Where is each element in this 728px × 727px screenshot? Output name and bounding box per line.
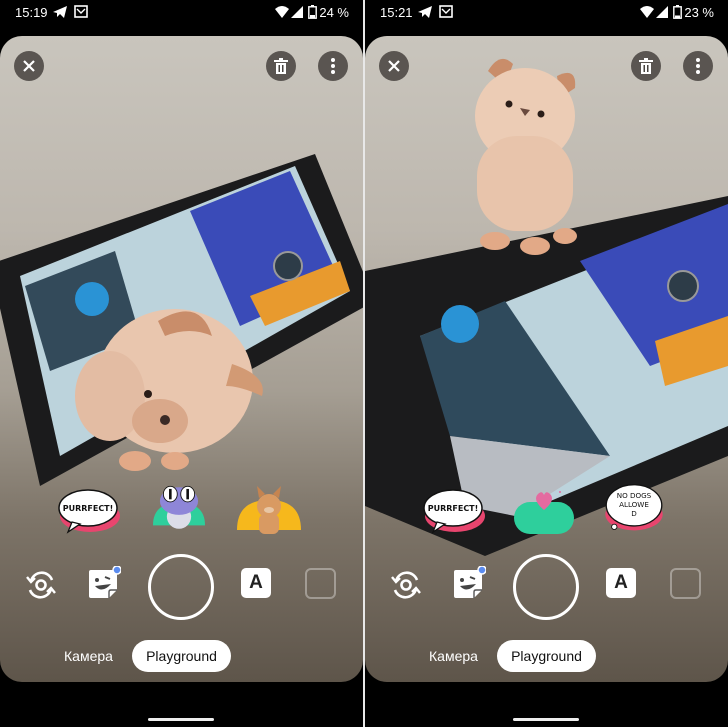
close-button[interactable]	[379, 51, 409, 81]
sticker-text-line-3: D	[631, 509, 637, 518]
status-time: 15:21	[380, 5, 413, 20]
more-options-button[interactable]	[683, 51, 713, 81]
add-text-button[interactable]: A	[606, 568, 636, 598]
stickers-button[interactable]	[87, 566, 121, 602]
gesture-nav-handle[interactable]	[513, 718, 579, 721]
switch-camera-icon	[391, 571, 421, 599]
add-text-button[interactable]: A	[241, 568, 271, 598]
gesture-nav-handle[interactable]	[148, 718, 214, 721]
sticker-face-icon	[454, 570, 482, 598]
new-badge-dot	[112, 566, 121, 575]
site-logo-icon	[441, 305, 479, 343]
delete-button[interactable]	[631, 51, 661, 81]
french-bulldog-sticker[interactable]	[237, 486, 301, 538]
more-options-button[interactable]	[318, 51, 348, 81]
status-bar: 15:19 24 %	[0, 0, 363, 26]
stickers-button[interactable]	[452, 566, 486, 602]
camera-viewport[interactable]: PURRFECT! NO DOGS ALLOWE D A Камера Play…	[365, 36, 728, 682]
trash-icon	[274, 58, 288, 74]
mode-tab-playground[interactable]: Playground	[497, 640, 596, 672]
switch-camera-button[interactable]	[24, 568, 58, 602]
delete-button[interactable]	[266, 51, 296, 81]
gmail-icon	[439, 5, 453, 18]
telegram-icon	[53, 6, 67, 18]
battery-percent: 23 %	[684, 5, 714, 20]
status-bar: 15:21 23 %	[365, 0, 728, 26]
wifi-icon	[640, 6, 654, 18]
close-icon	[23, 60, 35, 72]
battery-icon	[673, 5, 682, 19]
close-button[interactable]	[14, 51, 44, 81]
left-screenshot: 15:19 24 % PURRFECT! A Камера Playground	[0, 0, 363, 727]
signal-icon	[291, 6, 303, 18]
battery-percent: 24 %	[319, 5, 349, 20]
switch-camera-icon	[26, 571, 56, 599]
sticker-text: PURRFECT!	[428, 504, 479, 513]
sticker-text-line-2: ALLOWE	[619, 500, 649, 509]
sticker-text: PURRFECT!	[63, 504, 114, 513]
gmail-icon	[74, 5, 88, 18]
mode-switcher: Камера Playground	[365, 640, 728, 672]
shutter-button[interactable]	[513, 554, 579, 620]
right-screenshot: 15:21 23 % PURRFECT! NO DOGS ALLOWE D A …	[365, 0, 728, 727]
wifi-icon	[275, 6, 289, 18]
shutter-button[interactable]	[148, 554, 214, 620]
watch-face	[667, 270, 699, 302]
site-logo-icon	[75, 282, 109, 316]
gallery-thumbnail-button[interactable]	[305, 568, 336, 599]
purrfect-bubble-sticker[interactable]: PURRFECT!	[58, 486, 122, 538]
trash-icon	[639, 58, 653, 74]
more-vert-icon	[331, 58, 335, 74]
purrfect-bubble-sticker[interactable]: PURRFECT!	[423, 486, 487, 538]
no-dogs-bubble-sticker[interactable]: NO DOGS ALLOWE D	[602, 482, 666, 534]
close-icon	[388, 60, 400, 72]
new-badge-dot	[477, 566, 486, 575]
gallery-thumbnail-button[interactable]	[670, 568, 701, 599]
ar-cat-character	[475, 58, 577, 255]
mode-tab-playground[interactable]: Playground	[132, 640, 231, 672]
switch-camera-button[interactable]	[389, 568, 423, 602]
more-vert-icon	[696, 58, 700, 74]
status-time: 15:19	[15, 5, 48, 20]
telegram-icon	[418, 6, 432, 18]
signal-icon	[656, 6, 668, 18]
sticker-text-line-1: NO DOGS	[617, 491, 652, 500]
watch-face	[273, 251, 303, 281]
battery-icon	[308, 5, 317, 19]
owl-character-sticker[interactable]	[147, 482, 211, 534]
sticker-face-icon	[89, 570, 117, 598]
mode-switcher: Камера Playground	[0, 640, 363, 672]
camera-viewport[interactable]: PURRFECT! A Камера Playground	[0, 36, 363, 682]
heart-blob-sticker[interactable]	[512, 486, 576, 538]
mode-tab-camera[interactable]: Камера	[429, 648, 478, 664]
mode-tab-camera[interactable]: Камера	[64, 648, 113, 664]
